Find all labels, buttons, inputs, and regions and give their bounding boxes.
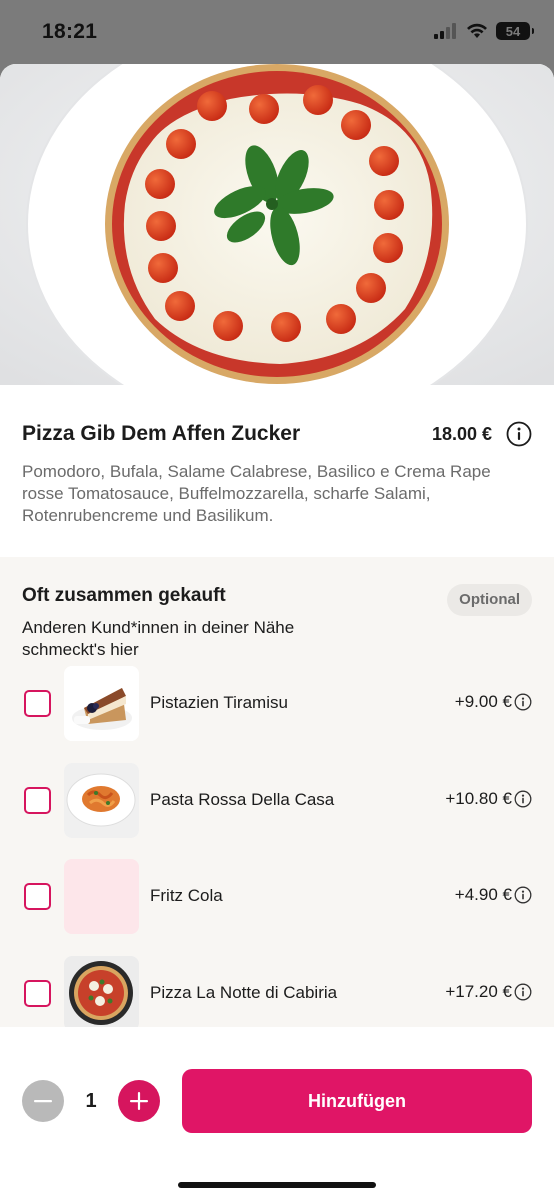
product-description: Pomodoro, Bufala, Salame Calabrese, Basi… — [22, 462, 491, 525]
list-item-pasta[interactable]: Pasta Rossa Della Casa +10.80 € — [0, 763, 554, 839]
info-icon[interactable] — [514, 693, 532, 711]
wifi-icon — [467, 23, 487, 38]
info-icon[interactable] — [506, 421, 532, 447]
plus-icon — [130, 1092, 148, 1110]
item-thumbnail — [64, 956, 139, 1031]
status-time: 18:21 — [42, 20, 98, 43]
item-checkbox[interactable] — [24, 787, 51, 814]
item-name: Fritz Cola — [150, 886, 223, 905]
info-icon[interactable] — [514, 790, 532, 808]
info-icon[interactable] — [514, 983, 532, 1001]
quantity-decrease-button[interactable] — [22, 1080, 64, 1122]
frequently-bought-section: Oft zusammen gekauft Optional Anderen Ku… — [0, 557, 554, 1031]
section-subtitle: Anderen Kund*innen in deiner Nähe schmec… — [22, 618, 295, 659]
item-checkbox[interactable] — [24, 980, 51, 1007]
add-to-cart-button[interactable]: Hinzufügen — [182, 1069, 532, 1133]
product-info: Pizza Gib Dem Affen Zucker 18.00 € Pomod… — [0, 385, 554, 527]
minus-icon — [34, 1100, 52, 1103]
optional-badge: Optional — [447, 584, 532, 616]
home-indicator — [178, 1182, 376, 1188]
item-name: Pizza La Notte di Cabiria — [150, 983, 338, 1002]
list-item-pizza[interactable]: Pizza La Notte di Cabiria +17.20 € — [0, 956, 554, 1032]
item-price: +9.00 € — [454, 692, 512, 711]
product-header: Pizza Gib Dem Affen Zucker 18.00 € — [22, 421, 532, 447]
item-thumbnail-placeholder — [64, 859, 139, 934]
product-title: Pizza Gib Dem Affen Zucker — [22, 422, 301, 445]
item-thumbnail — [64, 763, 139, 838]
product-image — [0, 64, 554, 385]
item-checkbox[interactable] — [24, 883, 51, 910]
item-checkbox[interactable] — [24, 690, 51, 717]
item-price: +10.80 € — [445, 789, 512, 808]
item-thumbnail — [64, 666, 139, 741]
status-icons: 54 — [434, 22, 534, 40]
list-item-cola[interactable]: Fritz Cola +4.90 € — [0, 859, 554, 935]
quantity-value: 1 — [85, 1090, 97, 1112]
status-bar: 18:21 54 — [0, 0, 554, 64]
info-icon[interactable] — [514, 886, 532, 904]
product-sheet: Pizza Gib Dem Affen Zucker 18.00 € Pomod… — [0, 64, 554, 1200]
item-price: +17.20 € — [445, 982, 512, 1001]
item-price: +4.90 € — [454, 885, 512, 904]
quantity-increase-button[interactable] — [118, 1080, 160, 1122]
footer-actions: 1 Hinzufügen — [0, 1027, 554, 1200]
section-title: Oft zusammen gekauft — [22, 585, 226, 606]
product-price: 18.00 € — [431, 423, 492, 444]
item-name: Pasta Rossa Della Casa — [150, 790, 335, 809]
battery-icon: 54 — [496, 22, 534, 40]
item-name: Pistazien Tiramisu — [150, 693, 288, 712]
signal-icon — [434, 23, 456, 39]
list-item-tiramisu[interactable]: Pistazien Tiramisu +9.00 € — [0, 666, 554, 742]
